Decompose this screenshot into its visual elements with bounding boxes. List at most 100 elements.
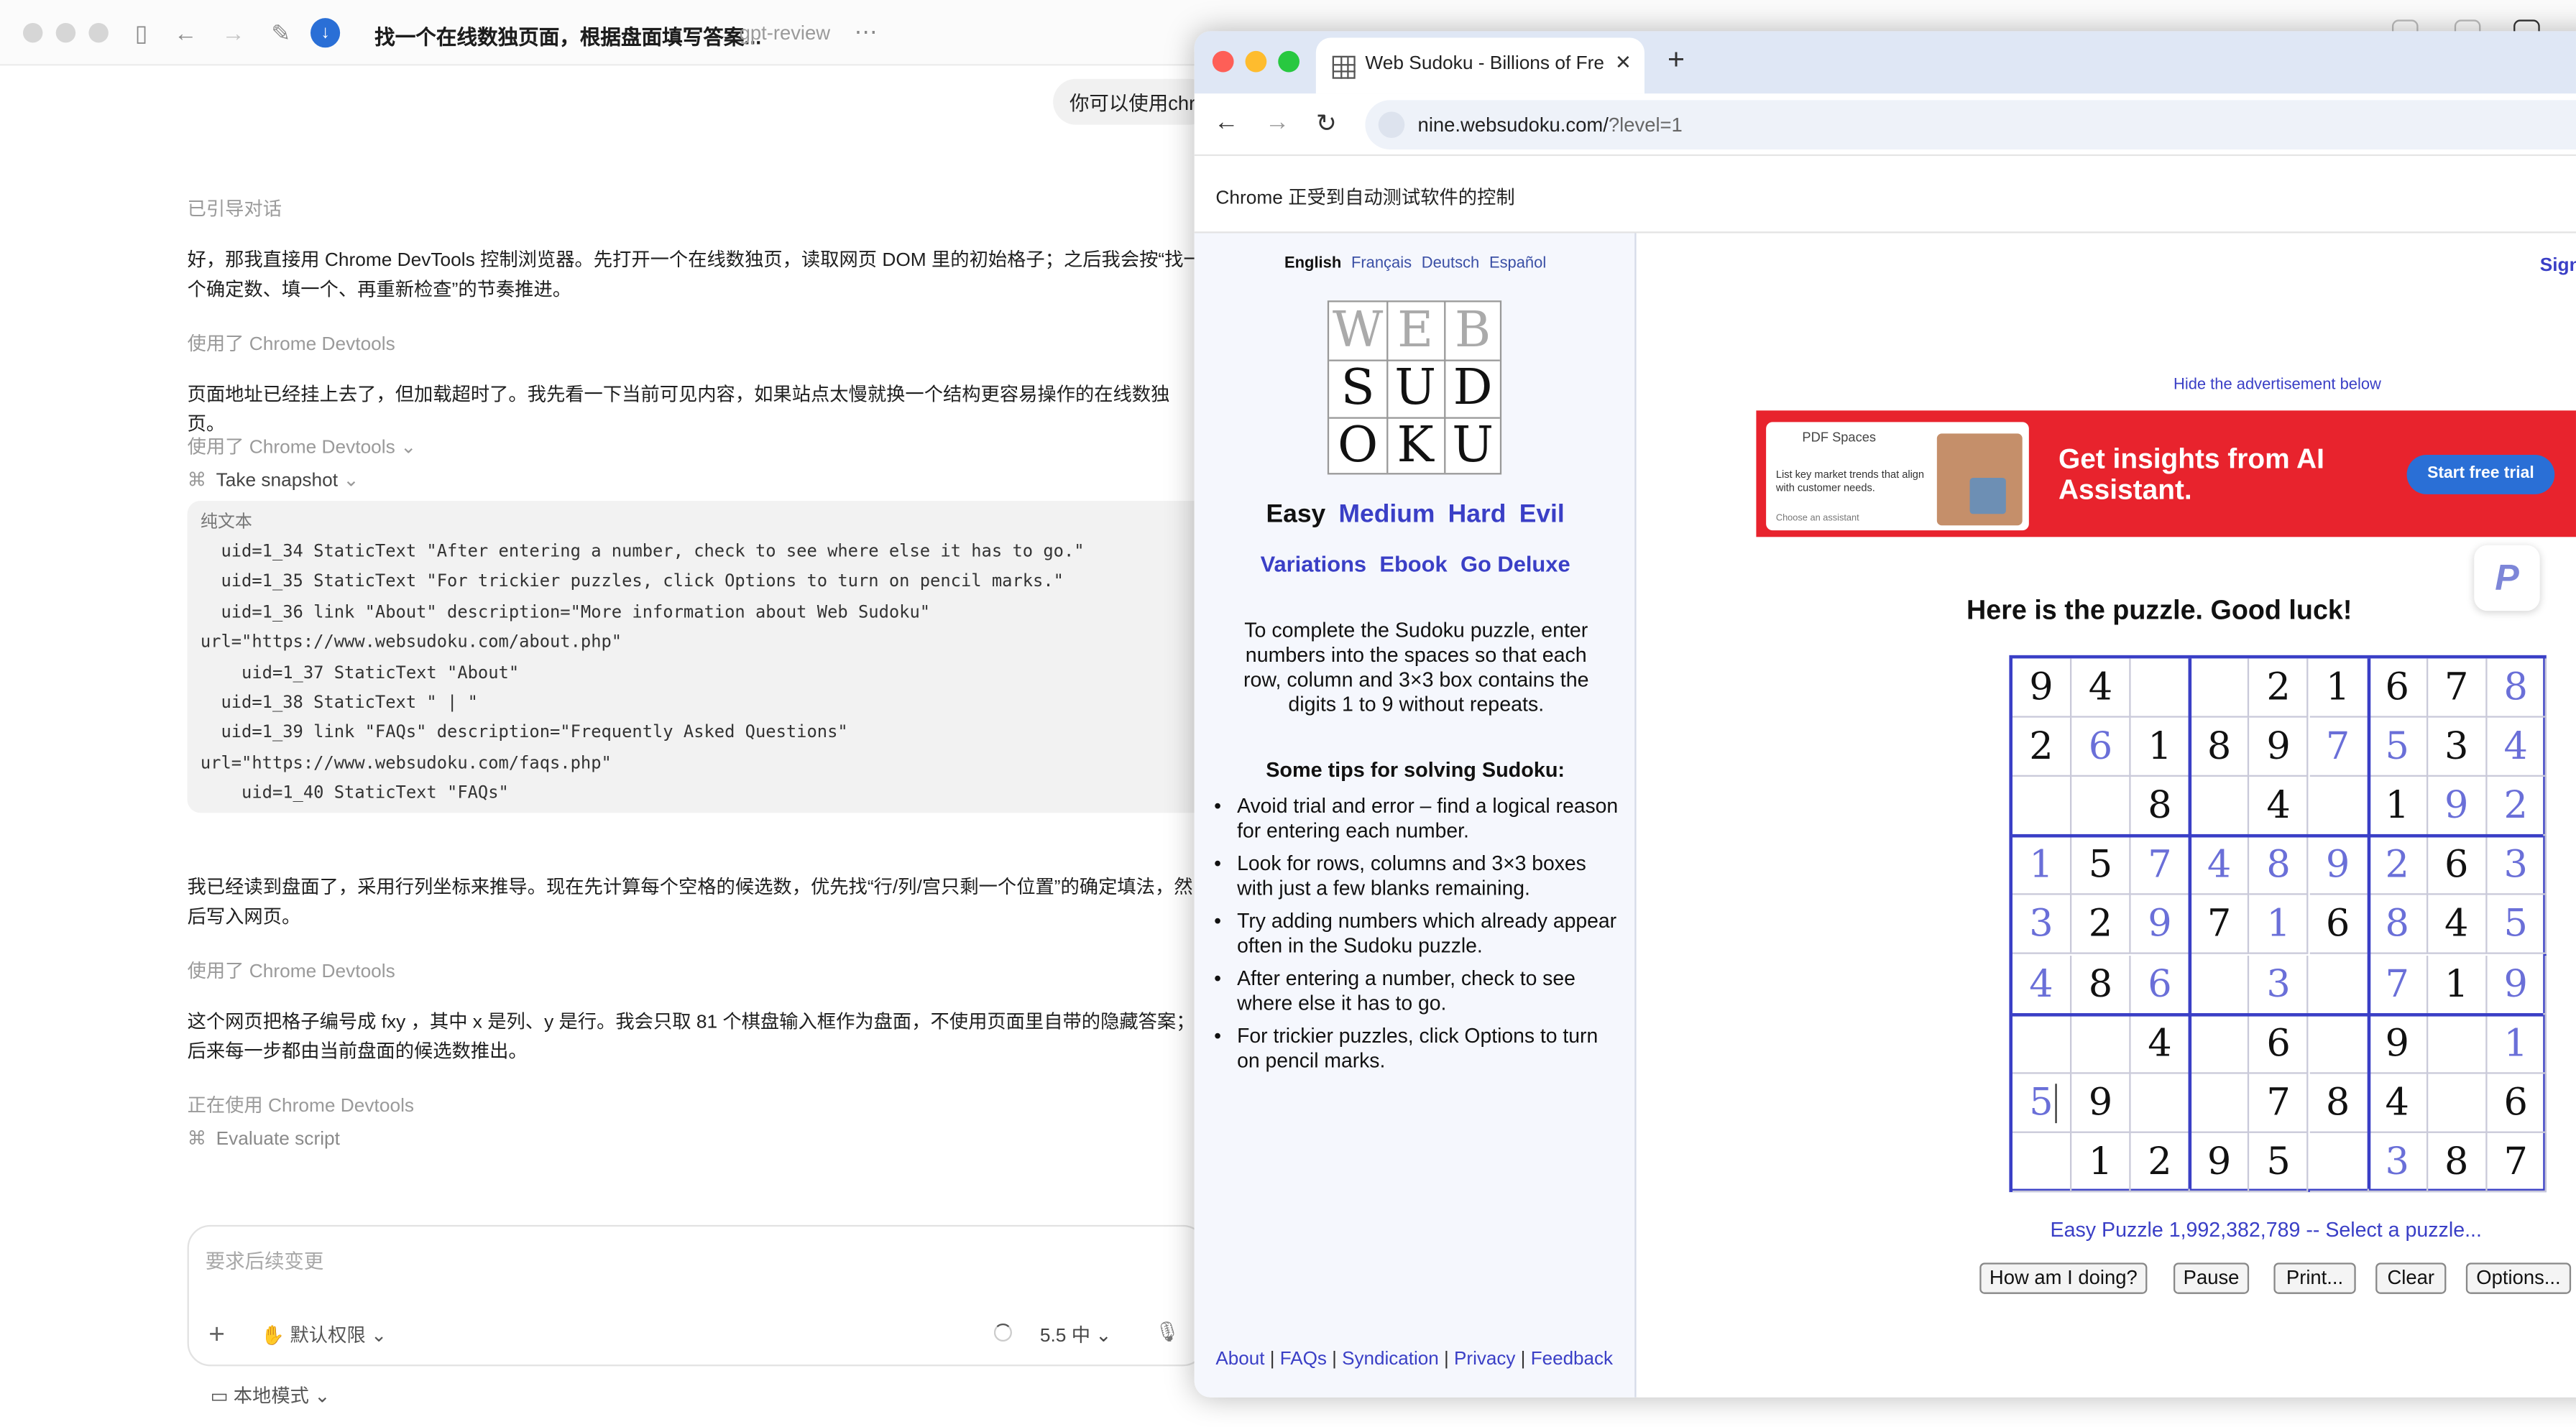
sudoku-cell[interactable] xyxy=(2309,1014,2368,1073)
sudoku-cell[interactable] xyxy=(2071,777,2131,836)
add-attachment-icon[interactable]: + xyxy=(208,1319,225,1352)
sidebar-toggle-icon[interactable]: ▯ xyxy=(126,18,156,47)
forward-icon[interactable]: → xyxy=(1265,108,1289,137)
site-settings-icon[interactable] xyxy=(1378,111,1405,138)
sudoku-cell[interactable] xyxy=(2190,1014,2250,1073)
link-ebook[interactable]: Ebook xyxy=(1379,552,1447,576)
ad-start-trial-button[interactable]: Start free trial xyxy=(2406,455,2555,494)
download-icon[interactable]: ↓ xyxy=(310,18,341,48)
sudoku-cell[interactable]: 1 xyxy=(2487,1014,2547,1073)
sudoku-cell[interactable] xyxy=(2309,1132,2368,1192)
sudoku-cell[interactable]: 7 xyxy=(2131,836,2191,896)
footer-feedback[interactable]: Feedback xyxy=(1531,1350,1613,1370)
link-variations[interactable]: Variations xyxy=(1261,552,1366,576)
sudoku-cell[interactable]: 1 xyxy=(2368,777,2428,836)
sudoku-cell[interactable]: 4 xyxy=(2190,836,2250,896)
sudoku-cell[interactable]: 1 xyxy=(2071,1132,2131,1192)
sudoku-cell[interactable]: 8 xyxy=(2427,1132,2488,1192)
level-hard[interactable]: Hard xyxy=(1448,501,1506,529)
sudoku-cell[interactable]: 3 xyxy=(2012,895,2072,955)
lang-spanish[interactable]: Español xyxy=(1489,254,1546,272)
back-icon[interactable]: ← xyxy=(171,18,201,47)
sudoku-cell[interactable] xyxy=(2427,1073,2488,1133)
sudoku-cell[interactable] xyxy=(2012,777,2072,836)
new-chat-icon[interactable]: ✎ xyxy=(266,18,295,47)
level-medium[interactable]: Medium xyxy=(1339,501,1435,529)
sudoku-cell[interactable]: 8 xyxy=(2487,658,2547,718)
sudoku-cell[interactable]: 6 xyxy=(2131,955,2191,1015)
sudoku-cell[interactable]: 4 xyxy=(2071,658,2131,718)
sudoku-cell[interactable]: 8 xyxy=(2309,1073,2368,1133)
sudoku-cell[interactable]: 9 xyxy=(2427,777,2488,836)
how-am-i-doing-button[interactable]: How am I doing? xyxy=(1979,1262,2148,1294)
sudoku-cell[interactable]: 9 xyxy=(2250,717,2309,777)
sudoku-cell[interactable]: 3 xyxy=(2427,717,2488,777)
sudoku-cell[interactable]: 7 xyxy=(2427,658,2488,718)
sudoku-cell[interactable]: 5 xyxy=(2012,1073,2072,1133)
footer-about[interactable]: About xyxy=(1215,1350,1264,1370)
lang-french[interactable]: Français xyxy=(1351,254,1412,272)
close-tab-icon[interactable]: ✕ xyxy=(1615,51,1632,74)
lang-english[interactable]: English xyxy=(1284,254,1341,272)
sudoku-cell[interactable]: 3 xyxy=(2250,955,2309,1015)
sudoku-cell[interactable] xyxy=(2190,1073,2250,1133)
sudoku-cell[interactable] xyxy=(2190,658,2250,718)
sudoku-cell[interactable] xyxy=(2309,777,2368,836)
sudoku-cell[interactable]: 5 xyxy=(2368,717,2428,777)
websudoku-logo[interactable]: W E B S U D O K U xyxy=(1327,300,1502,475)
sudoku-cell[interactable]: 6 xyxy=(2368,658,2428,718)
sudoku-cell[interactable]: 4 xyxy=(2131,1014,2191,1073)
level-evil[interactable]: Evil xyxy=(1519,501,1565,529)
sudoku-cell[interactable]: 8 xyxy=(2190,717,2250,777)
sudoku-cell[interactable]: 6 xyxy=(2309,895,2368,955)
sudoku-cell[interactable]: 2 xyxy=(2487,777,2547,836)
microphone-icon[interactable]: 🎙 xyxy=(1155,1320,1180,1343)
sudoku-cell[interactable]: 7 xyxy=(2250,1073,2309,1133)
new-tab-icon[interactable]: + xyxy=(1668,42,1685,77)
advertisement-banner[interactable]: PDF Spaces List key market trends that a… xyxy=(1756,410,2576,537)
url-text[interactable]: nine.websudoku.com/?level=1 xyxy=(1418,114,1683,137)
sudoku-cell[interactable]: 5 xyxy=(2071,836,2131,896)
minimize-dot[interactable] xyxy=(55,22,76,43)
sudoku-cell[interactable]: 2 xyxy=(2368,836,2428,896)
sudoku-cell[interactable]: 4 xyxy=(2487,717,2547,777)
sudoku-cell[interactable]: 4 xyxy=(2250,777,2309,836)
sudoku-cell[interactable]: 8 xyxy=(2368,895,2428,955)
sudoku-cell[interactable]: 1 xyxy=(2250,895,2309,955)
sudoku-cell[interactable]: 4 xyxy=(2012,955,2072,1015)
sudoku-cell[interactable]: 7 xyxy=(2309,717,2368,777)
link-go-deluxe[interactable]: Go Deluxe xyxy=(1460,552,1570,576)
sudoku-cell[interactable] xyxy=(2012,1014,2072,1073)
sudoku-cell[interactable] xyxy=(2012,1132,2072,1192)
sudoku-cell[interactable] xyxy=(2190,955,2250,1015)
sudoku-cell[interactable]: 6 xyxy=(2250,1014,2309,1073)
permission-dropdown[interactable]: ✋ 默认权限 ⌄ xyxy=(261,1322,387,1349)
tool-call-evaluate-script[interactable]: ⌘ Evaluate script xyxy=(188,1127,340,1149)
footer-privacy[interactable]: Privacy xyxy=(1454,1350,1515,1370)
print-button[interactable]: Print... xyxy=(2273,1262,2356,1294)
sudoku-cell[interactable]: 1 xyxy=(2427,955,2488,1015)
back-icon[interactable]: ← xyxy=(1214,108,1238,137)
sudoku-cell[interactable]: 4 xyxy=(2427,895,2488,955)
close-window-dot[interactable] xyxy=(1212,50,1234,73)
sudoku-cell[interactable]: 5 xyxy=(2487,895,2547,955)
sudoku-cell[interactable]: 6 xyxy=(2071,717,2131,777)
tool-used-label[interactable]: 使用了 Chrome Devtools xyxy=(188,957,395,984)
close-dot[interactable] xyxy=(22,22,43,43)
sudoku-cell[interactable] xyxy=(2131,1073,2191,1133)
clear-button[interactable]: Clear xyxy=(2375,1262,2447,1294)
sudoku-cell[interactable]: 9 xyxy=(2190,1132,2250,1192)
local-mode-selector[interactable]: ▭ 本地模式 ⌄ xyxy=(211,1382,331,1409)
sudoku-cell[interactable] xyxy=(2071,1014,2131,1073)
tool-call-take-snapshot[interactable]: ⌘ Take snapshot ⌄ xyxy=(188,468,359,491)
sudoku-cell[interactable]: 3 xyxy=(2368,1132,2428,1192)
zoom-window-dot[interactable] xyxy=(1278,50,1300,73)
sign-in-link[interactable]: Sign xyxy=(2540,257,2576,276)
sudoku-cell[interactable]: 9 xyxy=(2487,955,2547,1015)
sudoku-cell[interactable]: 1 xyxy=(2309,658,2368,718)
sudoku-cell[interactable]: 5 xyxy=(2250,1132,2309,1192)
lang-german[interactable]: Deutsch xyxy=(1422,254,1479,272)
sudoku-cell[interactable]: 7 xyxy=(2190,895,2250,955)
hide-ad-link[interactable]: Hide the advertisement below xyxy=(2174,376,2381,394)
sudoku-cell[interactable]: 9 xyxy=(2309,836,2368,896)
